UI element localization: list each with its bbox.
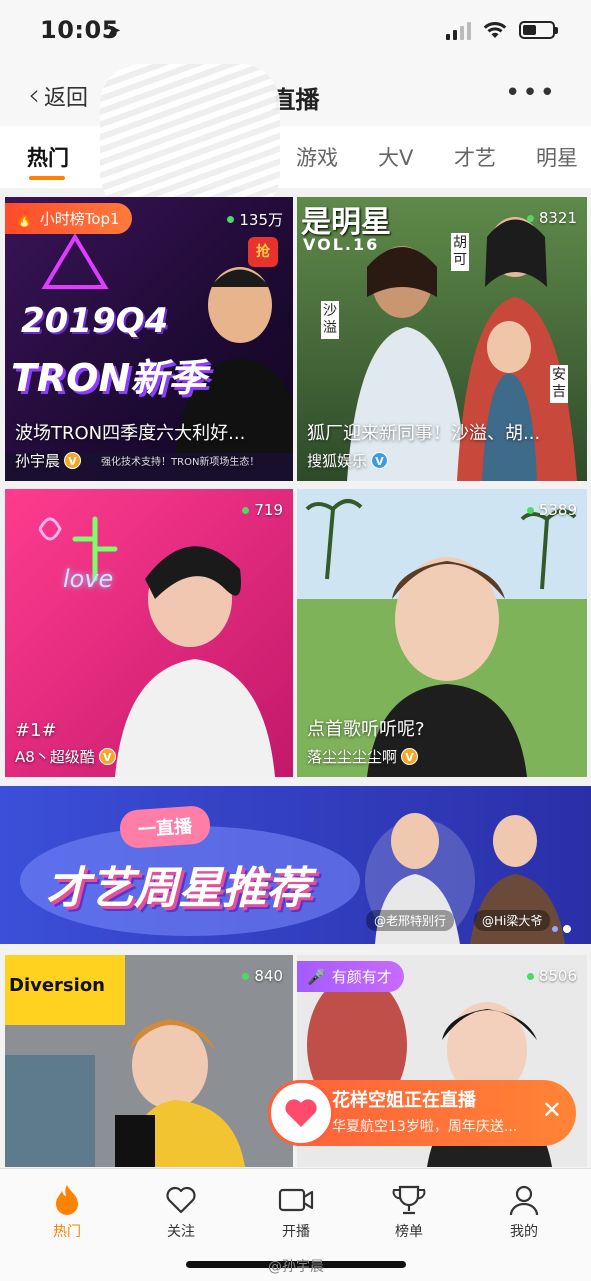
- bottom-tab-profile[interactable]: 我的: [484, 1183, 564, 1241]
- tab-stars[interactable]: 明星: [536, 142, 578, 172]
- tab-hot[interactable]: 热门: [27, 142, 69, 172]
- trophy-icon: [369, 1183, 449, 1217]
- art-text-year: 2019Q4: [21, 301, 169, 341]
- wifi-icon: [483, 22, 507, 38]
- location-arrow-icon: ➤: [106, 20, 122, 41]
- verified-badge-icon: V: [401, 748, 419, 765]
- promo-banner[interactable]: 一直播 才艺周星推荐 @老邢特别行 @Hi梁大爷: [0, 786, 591, 944]
- art-text-vol: VOL.16: [303, 235, 380, 254]
- card-title: 狐厂迎来新同事！沙溢、胡...: [307, 423, 541, 444]
- bottom-tab-follow[interactable]: 关注: [141, 1183, 221, 1241]
- status-icons: [446, 20, 558, 40]
- card-title: #1#: [15, 720, 57, 741]
- toast-subtitle: 华夏航空13岁啦，周年庆送...: [332, 1119, 518, 1135]
- bottom-tab-label: 榜单: [395, 1224, 423, 1240]
- bottom-tab-start-live[interactable]: 开播: [256, 1183, 336, 1241]
- status-bar: 10:05 ➤: [0, 0, 591, 64]
- avatar: [268, 1080, 334, 1146]
- banner-headline: 才艺周星推荐: [46, 863, 310, 914]
- banner-user-tag: @Hi梁大爷: [474, 910, 551, 931]
- author-name: A8丶超级酷: [15, 748, 95, 766]
- battery-icon: [519, 21, 558, 39]
- live-card[interactable]: love 719 #1# A8丶超级酷 V: [5, 489, 293, 777]
- card-title: 波场TRON四季度六大利好...: [15, 423, 246, 444]
- live-dot-icon: [242, 506, 250, 514]
- tab-talent[interactable]: 才艺: [454, 142, 496, 172]
- bottom-tab-ranking[interactable]: 榜单: [369, 1183, 449, 1241]
- bottom-tab-label: 关注: [167, 1224, 195, 1240]
- guest-name-label: 安吉: [550, 365, 568, 403]
- heart-icon: [141, 1183, 221, 1217]
- viewer-count: 135万: [227, 209, 283, 230]
- card-author: 落尘尘尘尘啊 V: [307, 746, 419, 767]
- viewer-count-value: 5389: [538, 501, 577, 519]
- viewer-count: 719: [242, 501, 283, 519]
- banner-user-tag: @老邢特别行: [366, 910, 455, 931]
- viewer-count-value: 719: [254, 501, 283, 519]
- talent-tag: 🎤 有颜有才: [297, 961, 404, 992]
- verified-badge-icon: V: [64, 452, 82, 469]
- viewer-count: 8506: [526, 967, 577, 985]
- flame-icon: [27, 1183, 107, 1217]
- bottom-tab-label: 我的: [510, 1224, 538, 1240]
- toast-title: 花样空姐正在直播: [332, 1090, 476, 1111]
- viewer-count-value: 8321: [538, 209, 577, 227]
- hourly-rank-tag: 🔥 小时榜Top1: [5, 203, 132, 234]
- camera-icon: [256, 1183, 336, 1217]
- neon-sign-text: love: [63, 565, 114, 593]
- author-name: 搜狐娱乐: [307, 452, 368, 470]
- guest-name-label: 胡可: [451, 233, 469, 271]
- redaction-scribble: [100, 64, 280, 214]
- viewer-count: 5389: [526, 501, 577, 519]
- verified-badge-icon: V: [98, 748, 116, 765]
- viewer-count: 8321: [526, 209, 577, 227]
- card-author: 孙宇晨 V 强化技术支持！TRON新项场生态！: [15, 450, 259, 471]
- bottom-tab-hot[interactable]: 热门: [27, 1183, 107, 1241]
- banner-badge: 一直播: [118, 804, 212, 850]
- card-author: 搜狐娱乐 V: [307, 450, 389, 471]
- live-dot-icon: [526, 214, 534, 222]
- nav-bar: ‹ 返回 直播 •••: [0, 64, 591, 126]
- microphone-icon: 🎤: [307, 967, 326, 986]
- card-title: 点首歌听听呢?: [307, 719, 425, 740]
- live-card[interactable]: 5389 点首歌听听呢? 落尘尘尘尘啊 V: [297, 489, 587, 777]
- tab-games[interactable]: 游戏: [296, 142, 338, 172]
- live-card[interactable]: Diversion 840: [5, 955, 293, 1167]
- tab-big-v[interactable]: 大V: [378, 142, 413, 172]
- cellular-signal-icon: [446, 20, 471, 40]
- live-dot-icon: [242, 972, 250, 980]
- close-icon[interactable]: ✕: [542, 1096, 562, 1124]
- live-card[interactable]: 2019Q4 TRON新季 抢 🔥 小时榜Top1 135万 波场TRON四季度…: [5, 197, 293, 481]
- category-tabs: 热门 游戏 大V 才艺 明星: [0, 126, 591, 188]
- live-dot-icon: [227, 216, 235, 223]
- tag-label: 小时榜Top1: [39, 210, 120, 228]
- tag-label: 有颜有才: [331, 968, 392, 986]
- art-text-brand: TRON新季: [11, 356, 207, 400]
- live-notification-toast[interactable]: 花样空姐正在直播 华夏航空13岁啦，周年庆送... ✕: [268, 1080, 576, 1146]
- watermark: @孙宇晨: [268, 1259, 324, 1275]
- tab-active-indicator: [29, 176, 65, 180]
- banner-strip-text: 强化技术支持！TRON新项场生态！: [101, 457, 260, 468]
- live-dot-icon: [526, 506, 534, 514]
- bottom-tab-label: 热门: [53, 1224, 81, 1240]
- verified-badge-icon: V: [371, 452, 389, 469]
- viewer-count-value: 135万: [239, 211, 283, 229]
- live-card[interactable]: 是明星 VOL.16 胡可 沙溢 安吉 8321 狐厂迎来新同事！沙溢、胡...…: [297, 197, 587, 481]
- heart-icon: [285, 1099, 317, 1127]
- red-packet-icon[interactable]: 抢: [248, 237, 278, 267]
- viewer-count-value: 8506: [538, 967, 577, 985]
- page-title: 直播: [271, 86, 320, 114]
- guest-name-label: 沙溢: [321, 301, 339, 339]
- more-options-icon[interactable]: •••: [505, 78, 557, 108]
- flame-icon: 🔥: [15, 209, 34, 228]
- viewer-count-value: 840: [254, 967, 283, 985]
- card-author: A8丶超级酷 V: [15, 746, 116, 767]
- author-name: 孙宇晨: [15, 452, 61, 470]
- user-icon: [484, 1183, 564, 1217]
- bottom-tab-label: 开播: [282, 1224, 310, 1240]
- live-dot-icon: [526, 972, 534, 980]
- street-sign-text: Diversion: [9, 975, 105, 996]
- viewer-count: 840: [242, 967, 283, 985]
- author-name: 落尘尘尘尘啊: [307, 748, 398, 766]
